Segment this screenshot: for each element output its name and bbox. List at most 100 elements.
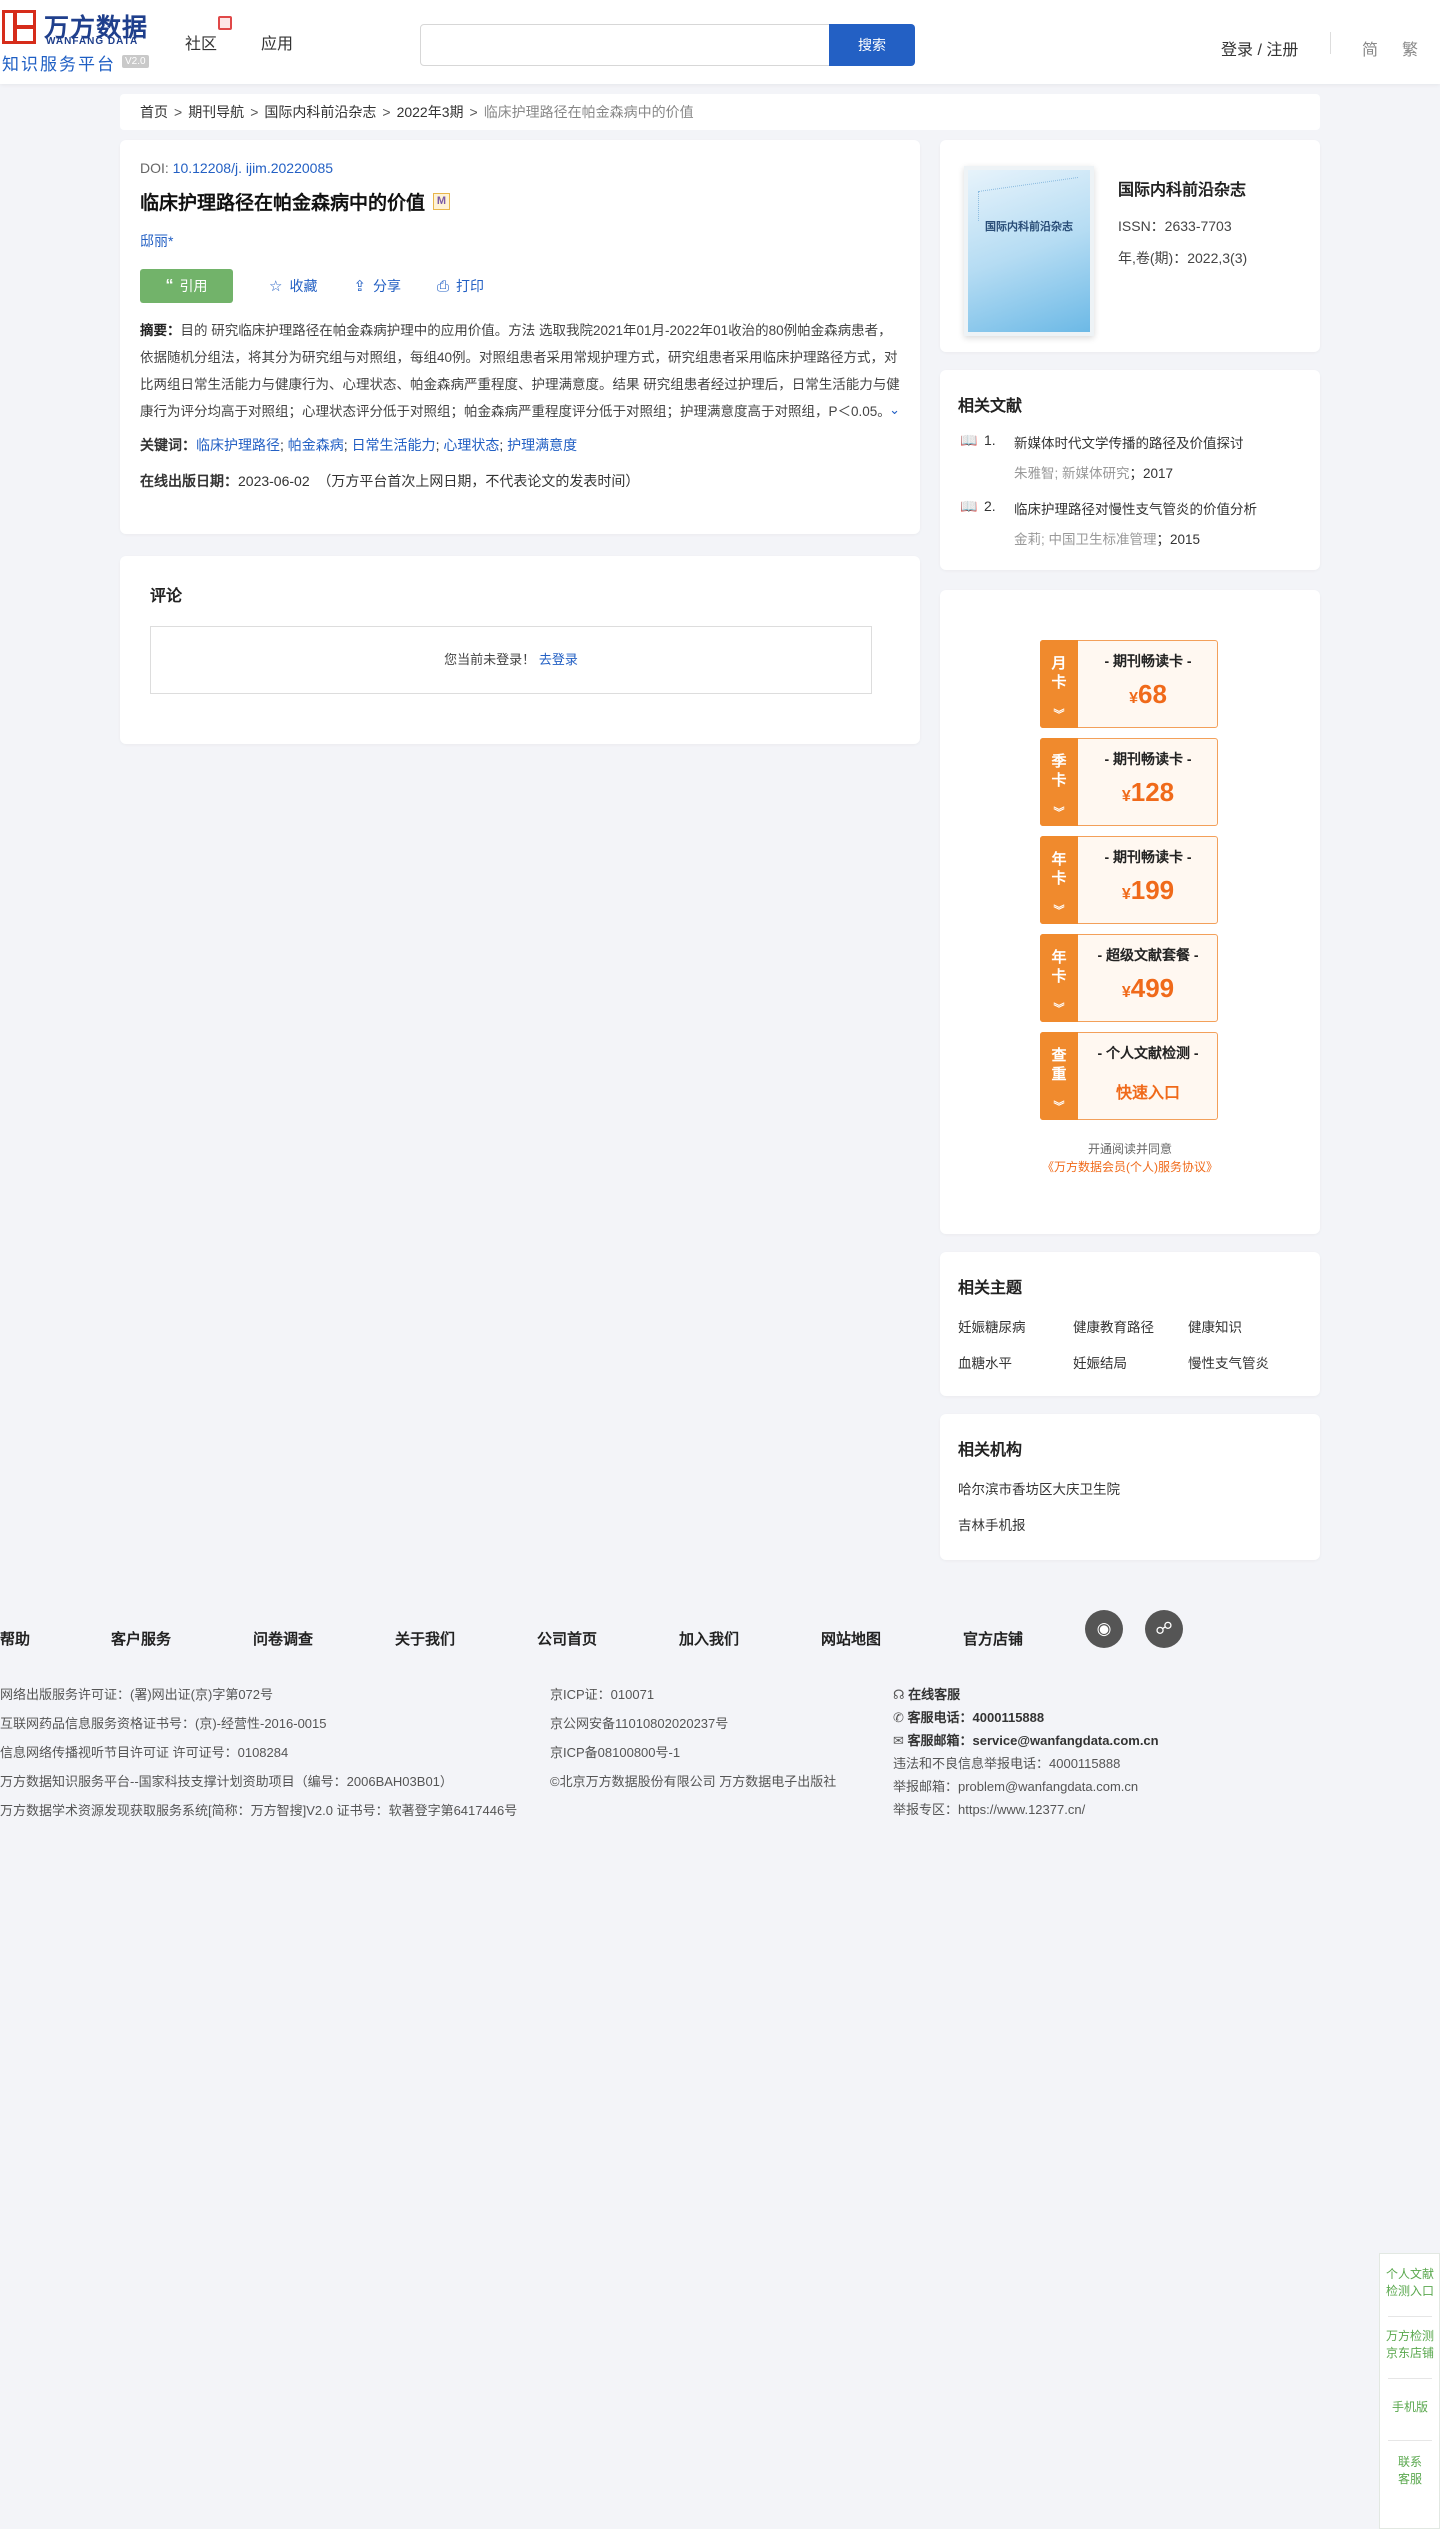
logo-subtitle: 知识服务平台: [2, 55, 116, 74]
lang-simplified[interactable]: 简: [1362, 36, 1378, 60]
side-label: 客服: [1397, 2472, 1422, 2486]
favorite-label: 收藏: [289, 278, 318, 294]
header-divider: [1330, 32, 1331, 54]
share-icon: ⇪: [353, 278, 367, 295]
topic-link[interactable]: 血糖水平: [958, 1352, 1073, 1372]
floating-sidebar: 个人文献 检测入口 万方检测 京东店铺 手机版 联系客服: [1379, 2253, 1440, 2529]
breadcrumb-sep: >: [250, 104, 259, 120]
share-button[interactable]: ⇪ 分享: [353, 276, 401, 296]
doi-line: DOI: 10.12208/j. ijim.20220085: [140, 160, 900, 176]
offer-name: - 超级文献套餐 -: [1097, 947, 1199, 963]
search-input[interactable]: [420, 24, 830, 66]
breadcrumb-issue[interactable]: 2022年3期: [397, 104, 464, 120]
online-service-link[interactable]: ☊ 在线客服: [893, 1684, 960, 1703]
breadcrumb-home[interactable]: 首页: [140, 104, 168, 120]
annual-card-offer[interactable]: 年卡 ︾ - 期刊畅读卡 - ¥199: [1040, 836, 1218, 924]
org-link[interactable]: 吉林手机报: [958, 1514, 1302, 1534]
quarterly-card-offer[interactable]: 季卡 ︾ - 期刊畅读卡 - ¥128: [1040, 738, 1218, 826]
footer-license: 网络出版服务许可证：(署)网出证(京)字第072号: [0, 1687, 274, 1702]
author-link[interactable]: 邸丽*: [140, 231, 900, 251]
footer-company-home[interactable]: 公司首页: [537, 1628, 597, 1649]
book-icon: 📖: [960, 432, 978, 448]
side-label: 万方检测: [1385, 2329, 1434, 2343]
comment-card: 评论 您当前未登录！ 去登录: [120, 556, 920, 744]
keyword-link[interactable]: 临床护理路径: [196, 437, 280, 453]
breadcrumb-sep: >: [469, 104, 478, 120]
expand-chevron-icon[interactable]: ⌄: [887, 396, 900, 423]
cite-button[interactable]: “ 引用: [140, 269, 233, 303]
keyword-link[interactable]: 护理满意度: [507, 437, 577, 453]
double-chevron-down-icon: ︾: [1053, 709, 1065, 721]
journal-cover[interactable]: 国际内科前沿杂志: [964, 166, 1094, 336]
related-item-title[interactable]: 新媒体时代文学传播的路径及价值探讨: [1014, 436, 1244, 451]
monthly-card-offer[interactable]: 月卡 ︾ - 期刊畅读卡 - ¥68: [1040, 640, 1218, 728]
mobile-version-link[interactable]: 手机版: [1380, 2399, 1440, 2416]
quote-icon: “: [165, 277, 174, 294]
topic-link[interactable]: 慢性支气管炎: [1188, 1352, 1303, 1372]
cite-label: 引用: [179, 278, 208, 294]
service-agreement-link[interactable]: 《万方数据会员(个人)服务协议》: [940, 1158, 1320, 1175]
keywords-label: 关键词：: [140, 437, 196, 453]
search-button[interactable]: 搜索: [829, 24, 915, 66]
favorite-button[interactable]: ☆ 收藏: [269, 276, 317, 296]
breadcrumb-journal[interactable]: 国际内科前沿杂志: [264, 104, 376, 120]
breadcrumb-sep: >: [174, 104, 183, 120]
m-badge-icon[interactable]: M: [433, 193, 451, 210]
related-item: 📖 1. 新媒体时代文学传播的路径及价值探讨 朱雅智; 新媒体研究；2017: [958, 432, 1302, 482]
report-area-link[interactable]: 举报专区：https://www.12377.cn/: [893, 1799, 1085, 1818]
footer-customer-service[interactable]: 客户服务: [111, 1628, 171, 1649]
nav-community[interactable]: 社区: [185, 16, 232, 54]
print-button[interactable]: ⎙ 打印: [437, 276, 484, 296]
keyword-link[interactable]: 心理状态: [443, 437, 499, 453]
topic-link[interactable]: 妊娠糖尿病: [958, 1316, 1073, 1336]
org-link[interactable]: 哈尔滨市香坊区大庆卫生院: [958, 1478, 1302, 1498]
footer-help[interactable]: 帮助: [0, 1628, 30, 1649]
side-label: 联系: [1397, 2455, 1422, 2469]
lang-traditional[interactable]: 繁: [1402, 36, 1418, 60]
plagiarism-entry-link[interactable]: 个人文献 检测入口: [1380, 2266, 1440, 2300]
contact-service-link[interactable]: 联系 客服: [1380, 2454, 1440, 2488]
footer-survey[interactable]: 问卷调查: [253, 1628, 313, 1649]
wanfang-logo[interactable]: 万方数据 WANFANG DATA 知识服务平台 V2.0: [0, 6, 160, 76]
keyword-link[interactable]: 帕金森病: [288, 437, 344, 453]
abstract-label: 摘要：: [140, 323, 181, 338]
pubdate-value: 2023-06-02: [238, 473, 310, 489]
currency-symbol: ¥: [1121, 984, 1131, 1001]
tag-char: 年: [1051, 851, 1067, 868]
breadcrumb-journal-nav[interactable]: 期刊导航: [188, 104, 244, 120]
abstract: 摘要：目的 研究临床护理路径在帕金森病护理中的应用价值。方法 选取我院2021年…: [140, 317, 900, 425]
journal-name[interactable]: 国际内科前沿杂志: [1118, 176, 1246, 200]
related-year: ；2015: [1156, 532, 1201, 547]
tag-char: 年: [1051, 949, 1067, 966]
wechat-icon[interactable]: ☍: [1145, 1610, 1183, 1648]
mail-value: service@wanfangdata.com.cn: [972, 1733, 1159, 1748]
keyword-link[interactable]: 日常生活能力: [352, 437, 436, 453]
offer-price: ¥68: [1079, 679, 1217, 710]
topic-link[interactable]: 妊娠结局: [1073, 1352, 1188, 1372]
cover-pattern: [978, 176, 1078, 222]
go-login-link[interactable]: 去登录: [539, 652, 578, 667]
topic-link[interactable]: 健康教育路径: [1073, 1316, 1188, 1336]
related-orgs-card: 相关机构 哈尔滨市香坊区大庆卫生院 吉林手机报: [940, 1414, 1320, 1560]
weibo-icon[interactable]: ◉: [1085, 1610, 1123, 1648]
footer-about[interactable]: 关于我们: [395, 1628, 455, 1649]
related-item-title[interactable]: 临床护理路径对慢性支气管炎的价值分析: [1014, 502, 1257, 517]
footer-sitemap[interactable]: 网站地图: [821, 1628, 881, 1649]
nav-apps[interactable]: 应用: [261, 30, 293, 54]
double-chevron-down-icon: ︾: [1053, 905, 1065, 917]
comment-box: 您当前未登录！ 去登录: [150, 626, 872, 694]
promo-note: 开通阅读并同意: [1087, 1142, 1172, 1156]
phone-label: 客服电话：: [907, 1710, 973, 1725]
price-value: 499: [1130, 973, 1175, 1003]
jd-store-link[interactable]: 万方检测 京东店铺: [1380, 2328, 1440, 2362]
footer-join-us[interactable]: 加入我们: [679, 1628, 739, 1649]
login-register-link[interactable]: 登录 / 注册: [1221, 36, 1298, 60]
keywords: 关键词：临床护理路径; 帕金森病; 日常生活能力; 心理状态; 护理满意度: [140, 437, 578, 453]
tag-char: 卡: [1051, 870, 1067, 887]
footer-official-store[interactable]: 官方店铺: [963, 1628, 1023, 1649]
topic-link[interactable]: 健康知识: [1188, 1316, 1303, 1336]
super-package-offer[interactable]: 年卡 ︾ - 超级文献套餐 - ¥499: [1040, 934, 1218, 1022]
plagiarism-check-offer[interactable]: 查重 ︾ - 个人文献检测 - 快速入口: [1040, 1032, 1218, 1120]
footer-license: 信息网络传播视听节目许可证 许可证号：0108284: [0, 1745, 289, 1760]
doi-link[interactable]: 10.12208/j. ijim.20220085: [173, 160, 333, 176]
